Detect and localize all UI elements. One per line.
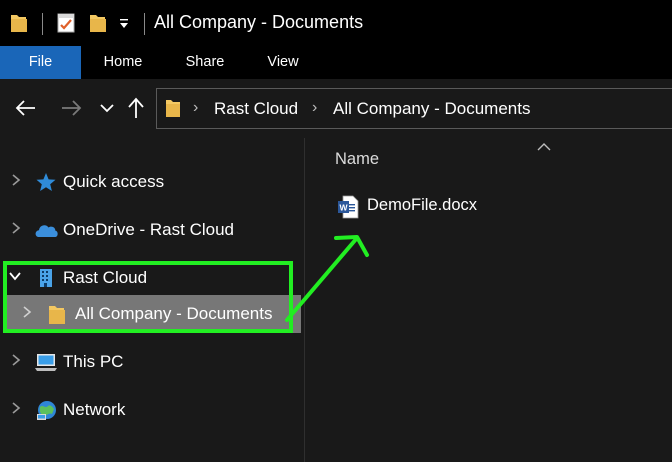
nav-item-label: Rast Cloud — [63, 268, 148, 287]
tab-view[interactable]: View — [256, 46, 310, 79]
file-name: DemoFile.docx — [367, 196, 478, 214]
nav-item-this-pc[interactable]: This PC — [0, 343, 304, 381]
back-arrow-icon[interactable] — [13, 94, 39, 122]
properties-icon[interactable] — [56, 12, 76, 39]
collapse-chevron-icon[interactable] — [8, 269, 22, 283]
nav-item-label: All Company - Documents — [75, 304, 273, 323]
cloud-icon — [33, 220, 58, 240]
up-arrow-icon[interactable] — [123, 94, 149, 122]
folder-icon — [165, 97, 181, 124]
nav-item-onedrive[interactable]: OneDrive - Rast Cloud — [0, 211, 304, 249]
computer-icon — [34, 352, 57, 372]
star-icon — [35, 172, 57, 192]
navigation-bar: › Rast Cloud › All Company - Documents — [0, 79, 672, 138]
address-bar[interactable]: › Rast Cloud › All Company - Documents — [156, 88, 672, 129]
nav-item-rast-cloud[interactable]: Rast Cloud — [0, 259, 304, 297]
window-title: All Company - Documents — [154, 12, 364, 32]
new-folder-icon[interactable] — [89, 12, 107, 39]
nav-item-label: This PC — [63, 352, 124, 371]
breadcrumb-rast-cloud[interactable]: Rast Cloud — [214, 99, 298, 119]
nav-item-quick-access[interactable]: Quick access — [0, 163, 304, 201]
tab-file[interactable]: File — [0, 46, 81, 79]
tab-home[interactable]: Home — [94, 46, 152, 79]
forward-arrow-icon[interactable] — [58, 94, 84, 122]
ribbon-tabs: File Home Share View — [0, 46, 672, 79]
file-row[interactable]: W DemoFile.docx — [333, 194, 533, 220]
expand-chevron-icon[interactable] — [9, 173, 23, 187]
breadcrumb-chevron-icon[interactable]: › — [193, 99, 198, 117]
customize-toolbar-dropdown-icon[interactable] — [118, 13, 130, 38]
tab-share[interactable]: Share — [177, 46, 233, 79]
toolbar-separator — [42, 13, 43, 35]
network-icon — [35, 400, 57, 420]
breadcrumb-chevron-icon[interactable]: › — [312, 99, 317, 117]
file-list: Name W DemoFile.docx — [305, 138, 672, 462]
expand-chevron-icon[interactable] — [9, 353, 23, 367]
svg-text:W: W — [339, 203, 348, 213]
toolbar-separator — [144, 13, 145, 35]
word-document-icon: W — [337, 195, 359, 224]
nav-item-label: Network — [63, 400, 126, 419]
recent-locations-chevron-icon[interactable] — [94, 94, 120, 122]
folder-icon — [10, 12, 28, 39]
breadcrumb-all-company-documents[interactable]: All Company - Documents — [333, 99, 530, 119]
sort-ascending-icon — [537, 138, 551, 156]
navigation-pane: Quick access OneDrive - Rast Cloud Rast … — [0, 138, 305, 462]
expand-chevron-icon[interactable] — [9, 401, 23, 415]
nav-item-label: OneDrive - Rast Cloud — [63, 220, 235, 239]
nav-item-label: Quick access — [63, 172, 165, 191]
nav-item-network[interactable]: Network — [0, 391, 304, 429]
expand-chevron-icon[interactable] — [9, 221, 23, 235]
nav-item-all-company-documents[interactable]: All Company - Documents — [4, 295, 301, 333]
title-bar: All Company - Documents — [0, 0, 672, 46]
building-icon — [37, 268, 59, 288]
column-header-name[interactable]: Name — [335, 150, 379, 169]
expand-chevron-icon[interactable] — [20, 305, 34, 319]
folder-icon — [48, 304, 70, 324]
